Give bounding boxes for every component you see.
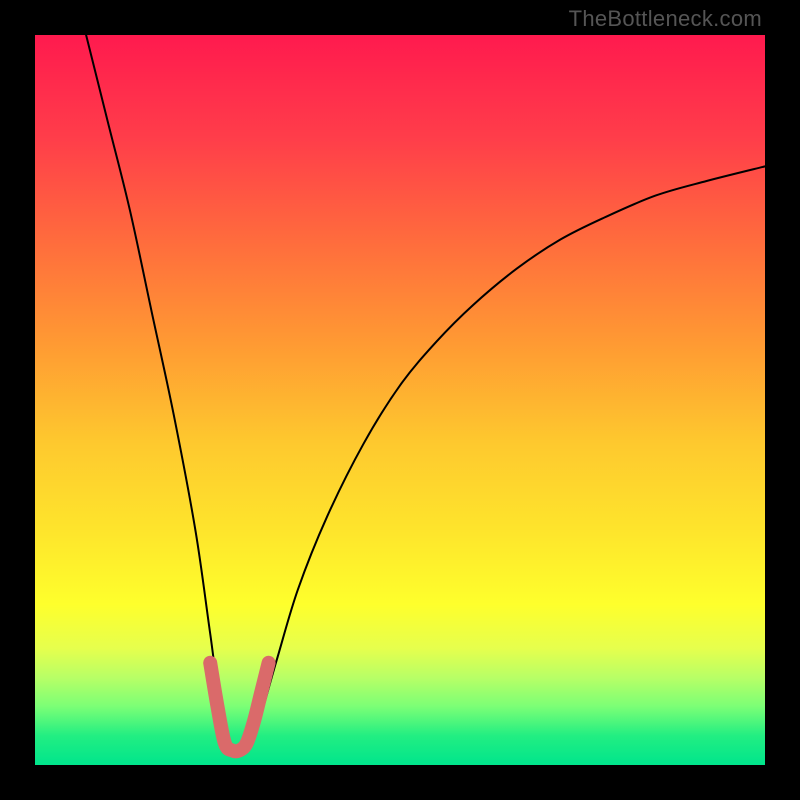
plot-area xyxy=(35,35,765,765)
chart-frame: TheBottleneck.com xyxy=(0,0,800,800)
trough-highlight xyxy=(210,663,268,752)
bottleneck-curve xyxy=(86,35,765,751)
watermark-text: TheBottleneck.com xyxy=(569,6,762,32)
curve-layer xyxy=(35,35,765,765)
